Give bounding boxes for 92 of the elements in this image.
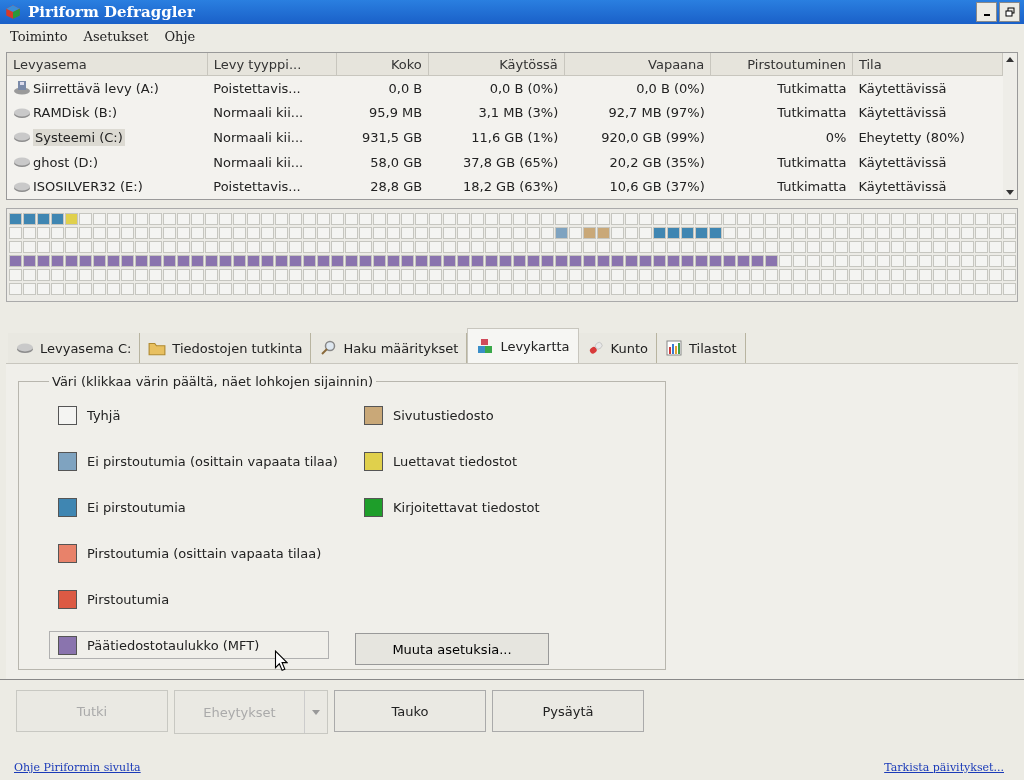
legend-item[interactable]: Kirjoitettavat tiedostot [355, 493, 549, 521]
table-cell: 0,0 B (0%) [489, 80, 559, 96]
update-link[interactable]: Tarkista päivitykset... [884, 761, 1004, 774]
hard-drive-icon [13, 130, 31, 145]
table-cell: 20,2 GB (35%) [609, 154, 705, 170]
table-cell: Eheytetty (80%) [858, 130, 965, 145]
scroll-down-icon[interactable] [1006, 190, 1014, 195]
table-cell: Tutkimatta [777, 179, 847, 195]
drive-row[interactable]: ghost (D:) Normaali kii... 58,0 GB 37,8 GB (65%) 20,2 GB (35%) Tutkimatta Käytettävissä [7, 149, 1003, 175]
folder-icon [148, 340, 167, 356]
table-cell: 37,8 GB (65%) [463, 154, 559, 170]
table-cell: Käytettävissä [858, 154, 947, 170]
table-cell: ISOSILVER32 (E:) [33, 179, 143, 195]
blocks-icon [476, 338, 495, 354]
legend-item[interactable]: Pirstoutumia [49, 585, 329, 613]
restore-icon [1004, 7, 1015, 17]
app-logo-icon [4, 3, 22, 21]
action-button[interactable]: Tauko [334, 690, 486, 732]
legend-item[interactable]: Luettavat tiedostot [355, 447, 549, 475]
table-cell: 28,8 GB [370, 179, 423, 195]
table-cell: 10,6 GB (37%) [609, 179, 705, 195]
menu-item[interactable]: Toiminto [10, 28, 68, 44]
table-cell: 0,0 B [388, 80, 423, 96]
action-button[interactable]: Pysäytä [492, 690, 644, 732]
table-cell: 92,7 MB (97%) [608, 105, 705, 121]
legend-label: Luettavat tiedostot [393, 453, 518, 469]
group-title: Väri (klikkaa värin päältä, näet lohkojen sijainnin) [51, 374, 374, 389]
column-header[interactable]: Levy tyyppi... [207, 53, 337, 76]
restore-button[interactable] [999, 2, 1020, 22]
legend-item[interactable]: Tyhjä [49, 401, 329, 429]
drive-row[interactable]: RAMDisk (B:) Normaali kii... 95,9 MB 3,1 MB (3%) 92,7 MB (97%) Tutkimatta Käytettävissä [7, 100, 1003, 126]
change-settings-button[interactable]: Muuta asetuksia... [355, 633, 549, 665]
table-cell: 920,0 GB (99%) [601, 130, 705, 145]
table-cell: 18,2 GB (63%) [463, 179, 559, 195]
table-cell: 95,9 MB [369, 105, 423, 121]
legend-item[interactable]: Päätiedostotaulukko (MFT) [49, 631, 329, 659]
column-header[interactable]: Levyasema [7, 53, 208, 76]
floppy-drive-icon [13, 81, 31, 96]
hard-drive-icon [13, 155, 31, 170]
tab[interactable]: Levykartta [467, 328, 579, 363]
bar-chart-icon [665, 340, 683, 356]
table-cell: 0,0 B (0%) [636, 80, 705, 96]
table-cell: Käytettävissä [858, 105, 947, 121]
column-header[interactable]: Tila [852, 53, 1003, 76]
table-cell: ghost (D:) [33, 154, 98, 170]
table-cell: Normaali kii... [213, 130, 304, 145]
legend-item[interactable]: Sivutustiedosto [355, 401, 549, 429]
minimize-icon [983, 14, 990, 16]
table-cell: RAMDisk (B:) [33, 105, 118, 121]
menu-item[interactable]: Ohje [164, 28, 196, 44]
legend-label: Pirstoutumia (osittain vapaata tilaa) [87, 545, 322, 561]
table-cell: Siirrettävä levy (A:) [33, 80, 159, 96]
drive-row[interactable]: Systeemi (C:) Normaali kii... 931,5 GB 11,6 GB (1%) 920,0 GB (99%) 0% Eheytetty (80%) [7, 125, 1003, 150]
legend-label: Sivutustiedosto [393, 407, 494, 423]
search-icon [319, 340, 338, 356]
drive-row[interactable]: ISOSILVER32 (E:) Poistettavis... 28,8 GB 18,2 GB (63%) 10,6 GB (37%) Tutkimatta Käytettävissä [7, 174, 1003, 199]
table-cell: Normaali kii... [213, 105, 304, 121]
legend-label: Ei pirstoutumia (osittain vapaata tilaa) [87, 453, 338, 469]
minimize-button[interactable] [976, 2, 997, 22]
table-cell: Poistettavis... [213, 179, 301, 195]
legend-item[interactable]: Ei pirstoutumia [49, 493, 329, 521]
legend-label: Pirstoutumia [87, 591, 170, 607]
menu-item[interactable]: Asetukset [83, 28, 149, 44]
table-cell: Tutkimatta [777, 154, 847, 170]
table-cell: Käytettävissä [858, 80, 947, 96]
table-cell: Tutkimatta [777, 105, 847, 121]
legend-item[interactable]: Pirstoutumia (osittain vapaata tilaa) [49, 539, 329, 567]
legend-label: Tyhjä [87, 407, 121, 423]
table-cell: 0% [825, 130, 847, 145]
legend-label: Päätiedostotaulukko (MFT) [87, 637, 260, 653]
scroll-up-icon[interactable] [1006, 57, 1014, 62]
column-header[interactable]: Käytössä [428, 53, 565, 76]
drive-row[interactable]: Siirrettävä levy (A:) Poistettavis... 0,0 B 0,0 B (0%) 0,0 B (0%) Tutkimatta Käytettävissä [7, 75, 1003, 101]
table-cell: 3,1 MB (3%) [478, 105, 559, 121]
column-header[interactable]: Vapaana [564, 53, 711, 76]
column-header[interactable]: Koko [336, 53, 429, 76]
legend-label: Kirjoitettavat tiedostot [393, 499, 540, 515]
legend-label: Ei pirstoutumia [87, 499, 186, 515]
column-header[interactable]: Pirstoutuminen [710, 53, 853, 76]
scrollbar[interactable] [1003, 53, 1017, 199]
table-cell: Käytettävissä [858, 179, 947, 195]
table-cell: 58,0 GB [370, 154, 423, 170]
table-cell: 931,5 GB [361, 130, 423, 145]
dropdown-arrow-icon [312, 709, 320, 715]
window-title: Piriform Defraggler [28, 3, 196, 21]
table-cell: Systeemi (C:) [33, 129, 125, 146]
help-link[interactable]: Ohje Piriformin sivulta [14, 761, 141, 774]
mouse-pointer-icon [274, 650, 288, 672]
table-cell: Normaali kii... [213, 154, 304, 170]
table-cell: 11,6 GB (1%) [471, 130, 559, 145]
table-cell: Tutkimatta [777, 80, 847, 96]
table-cell: Poistettavis... [213, 80, 301, 96]
